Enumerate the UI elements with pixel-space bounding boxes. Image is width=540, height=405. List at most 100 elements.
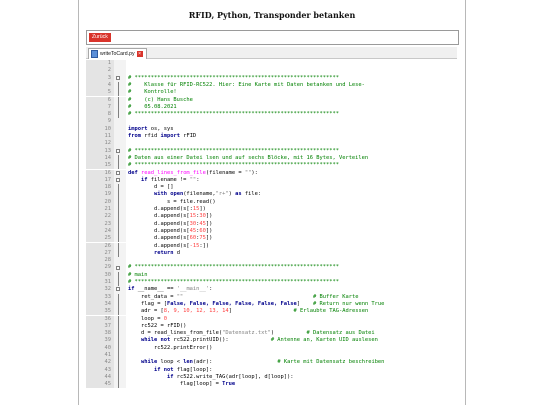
- code-line[interactable]: 26 d.append(s[-15:]): [86, 242, 457, 250]
- fold-toggle-icon[interactable]: [116, 170, 120, 175]
- code-token: # **************************************…: [128, 74, 339, 81]
- line-number: 10: [86, 125, 114, 133]
- fold-line: [118, 96, 119, 104]
- code-text: if rc522.write_TAG(adr[loop], d[loop]):: [128, 374, 294, 381]
- code-token: loop <: [157, 359, 184, 366]
- code-line[interactable]: 9: [86, 118, 457, 126]
- editor-tabbar: writeToCard.py ×: [86, 47, 457, 59]
- code-line[interactable]: 12: [86, 140, 457, 148]
- code-token: from: [128, 133, 141, 139]
- code-text: while loop < len(adr): # Karte mit Daten…: [128, 359, 384, 366]
- code-token: (filename,: [183, 191, 216, 198]
- line-number: 25: [86, 235, 114, 243]
- code-line[interactable]: 19 with open(filename,"r+") as file:: [86, 191, 457, 199]
- code-line[interactable]: 7 # 05.08.2021: [86, 103, 457, 112]
- file-tab[interactable]: writeToCard.py ×: [88, 48, 147, 59]
- code-token: rFID: [179, 133, 197, 139]
- code-line[interactable]: 2: [86, 67, 457, 75]
- code-line[interactable]: 41: [86, 352, 457, 360]
- code-token: d.append(s[: [128, 227, 190, 234]
- code-line[interactable]: 38 d = read_lines_from_file("Datensatz.t…: [86, 330, 457, 338]
- code-line[interactable]: 42 while loop < len(adr): # Karte mit Da…: [86, 359, 457, 367]
- code-line[interactable]: 21 d.append(s[:15]): [86, 206, 457, 214]
- fold-line: [118, 184, 119, 192]
- fold-toggle-icon[interactable]: [116, 265, 120, 270]
- code-line[interactable]: 18 d = []: [86, 184, 457, 192]
- code-editor[interactable]: 1 2 3 # ***********************************…: [86, 59, 457, 405]
- line-number: 21: [86, 206, 114, 214]
- code-line[interactable]: 1: [86, 60, 457, 68]
- code-line[interactable]: 24 d.append(s[45:60]): [86, 227, 457, 236]
- code-line[interactable]: 27 return d: [86, 249, 457, 258]
- code-token: # **************************************…: [128, 111, 339, 118]
- fold-gutter: [114, 103, 126, 112]
- code-token: # **************************************…: [128, 264, 339, 271]
- line-number: 17: [86, 176, 114, 185]
- code-line[interactable]: 11 from rfid import rFID: [86, 133, 457, 141]
- code-line[interactable]: 3 # *************************************…: [86, 74, 457, 82]
- fold-gutter: [114, 198, 126, 206]
- code-line[interactable]: 22 d.append(s[15:30]): [86, 213, 457, 221]
- page-title: RFID, Python, Transponder betanken: [188, 10, 356, 20]
- line-number: 22: [86, 213, 114, 221]
- fold-toggle-icon[interactable]: [116, 148, 120, 153]
- code-line[interactable]: 28: [86, 257, 457, 265]
- fold-gutter: [114, 271, 126, 279]
- fold-gutter: [114, 373, 126, 382]
- code-line[interactable]: 37 rc522 = rFID(): [86, 322, 457, 331]
- code-token: # main: [128, 271, 148, 278]
- line-number: 6: [86, 96, 114, 104]
- code-token: rc522.printUID():: [170, 337, 271, 344]
- code-line[interactable]: 13 # ************************************…: [86, 147, 457, 155]
- code-text: return d: [128, 250, 180, 257]
- close-icon[interactable]: ×: [136, 51, 143, 57]
- code-line[interactable]: 17 if filename != "":: [86, 176, 457, 185]
- line-number: 45: [86, 381, 114, 389]
- code-line[interactable]: 6 # (c) Hans Busche: [86, 96, 457, 104]
- code-token: import: [128, 125, 148, 132]
- fold-line: [118, 373, 119, 382]
- line-number: 36: [86, 315, 114, 323]
- code-line[interactable]: 36 loop = 0: [86, 315, 457, 323]
- line-number: 12: [86, 140, 114, 148]
- fold-toggle-icon[interactable]: [116, 177, 120, 182]
- code-line[interactable]: 10 import os, sys: [86, 125, 457, 133]
- fold-toggle-icon[interactable]: [116, 287, 120, 292]
- code-line[interactable]: 23 d.append(s[30:45]): [86, 220, 457, 228]
- code-text: s = file.read(): [128, 199, 216, 206]
- code-line[interactable]: 29 # ************************************…: [86, 264, 457, 272]
- code-line[interactable]: 32 if __name__ == '__main__':: [86, 286, 457, 294]
- code-line[interactable]: 30 # main: [86, 271, 457, 279]
- code-line[interactable]: 31 # ************************************…: [86, 279, 457, 287]
- line-number: 23: [86, 220, 114, 228]
- code-text: # 05.08.2021: [128, 104, 177, 111]
- code-text: while not rc522.printUID(): # Antenne an…: [128, 337, 378, 344]
- back-button[interactable]: Zurück: [89, 33, 111, 42]
- code-line[interactable]: 43 if not flag[loop]:: [86, 366, 457, 374]
- line-number: 19: [86, 191, 114, 199]
- line-number: 26: [86, 242, 114, 250]
- code-line[interactable]: 4 # Klasse für RFID-RC522. Hier: Eine Kar…: [86, 81, 457, 90]
- code-line[interactable]: 45 flag[loop] = True: [86, 381, 457, 389]
- code-line[interactable]: 8 # *************************************…: [86, 111, 457, 119]
- code-line[interactable]: 25 d.append(s[60:75]): [86, 235, 457, 243]
- code-line[interactable]: 14 # Daten aus einer Datei lsen und auf s…: [86, 154, 457, 163]
- code-line[interactable]: 40 rc522.printError(): [86, 344, 457, 352]
- fold-toggle-icon[interactable]: [116, 75, 120, 80]
- fold-gutter: [114, 352, 126, 360]
- line-number: 18: [86, 184, 114, 192]
- code-line[interactable]: 33 ret_data = "" # Buffer Karte: [86, 293, 457, 301]
- code-line[interactable]: 20 s = file.read(): [86, 198, 457, 206]
- fold-line: [118, 81, 119, 90]
- line-number: 38: [86, 330, 114, 338]
- code-line[interactable]: 5 # Kontrolle!: [86, 89, 457, 97]
- code-line[interactable]: 39 while not rc522.printUID(): # Antenne…: [86, 337, 457, 345]
- code-line[interactable]: 34 flag = [False, False, False, False, F…: [86, 300, 457, 309]
- code-line[interactable]: 44 if rc522.write_TAG(adr[loop], d[loop]…: [86, 373, 457, 382]
- code-line[interactable]: 16 def read_lines_from_file(filename = ""…: [86, 169, 457, 177]
- code-line[interactable]: 35 adr = [8, 9, 10, 12, 13, 14] # Erlaub…: [86, 308, 457, 316]
- fold-gutter: [114, 133, 126, 141]
- fold-line: [118, 279, 119, 287]
- code-token: ]: [228, 308, 294, 315]
- code-line[interactable]: 15 # ************************************…: [86, 162, 457, 170]
